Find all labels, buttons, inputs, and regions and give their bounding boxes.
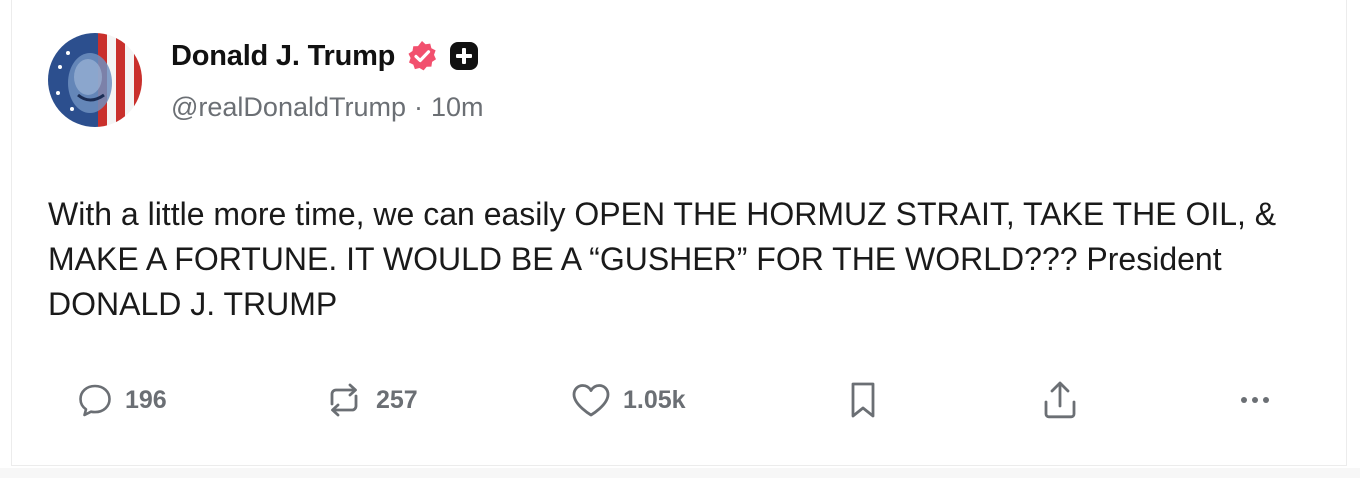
feed-divider [0, 468, 1360, 478]
reply-icon [75, 380, 115, 420]
bookmark-button[interactable] [845, 372, 881, 428]
verified-badge-icon [405, 39, 439, 73]
plus-badge-icon [449, 41, 479, 71]
more-options-button[interactable] [1235, 372, 1275, 428]
more-icon [1235, 380, 1275, 420]
repost-count: 257 [376, 385, 418, 414]
reply-button[interactable]: 196 [75, 372, 167, 428]
repost-icon [322, 380, 366, 420]
heart-icon [569, 380, 613, 420]
author-meta: @realDonaldTrump · 10m [171, 92, 484, 123]
like-count: 1.05k [623, 385, 686, 414]
avatar[interactable] [48, 33, 142, 127]
like-button[interactable]: 1.05k [569, 372, 686, 428]
meta-separator: · [414, 92, 423, 122]
share-icon [1040, 378, 1080, 422]
post-actions: 196 257 1.05k [12, 372, 1348, 428]
author-name-row: Donald J. Trump [171, 36, 479, 76]
share-button[interactable] [1040, 372, 1080, 428]
reply-count: 196 [125, 385, 167, 414]
post-timestamp[interactable]: 10m [431, 92, 484, 123]
bookmark-icon [845, 378, 881, 422]
repost-button[interactable]: 257 [322, 372, 418, 428]
author-display-name[interactable]: Donald J. Trump [171, 40, 395, 73]
avatar-image [48, 33, 142, 127]
post-card: Donald J. Trump @realDonaldTrump · 10m W… [11, 0, 1347, 466]
post-body: With a little more time, we can easily O… [48, 196, 1277, 322]
author-handle[interactable]: @realDonaldTrump [171, 92, 406, 123]
